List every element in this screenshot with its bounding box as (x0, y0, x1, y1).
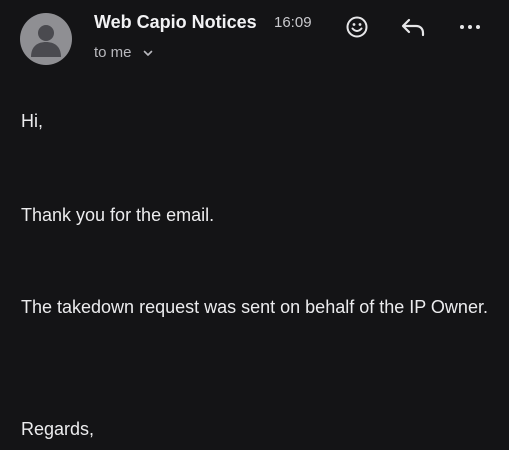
reply-arrow-icon (401, 18, 425, 37)
message-paragraph: Thank you for the email. (21, 205, 215, 225)
sender-avatar[interactable] (20, 13, 72, 65)
person-silhouette-icon (31, 25, 61, 57)
recipient-toggle[interactable]: to me (94, 44, 154, 61)
chevron-down-icon (143, 50, 152, 56)
more-options-button[interactable] (455, 12, 485, 42)
email-header: Web Capio Notices 16:09 to me (0, 0, 509, 80)
recipient-label: to me (94, 44, 132, 61)
greeting-text: Hi, (21, 111, 43, 131)
reply-button[interactable] (398, 12, 428, 42)
add-reaction-button[interactable] (342, 12, 372, 42)
message-time: 16:09 (274, 14, 312, 31)
sender-name: Web Capio Notices (94, 12, 257, 32)
message-paragraph: The takedown request was sent on behalf … (21, 297, 488, 317)
closing-text: Regards, (21, 419, 95, 439)
emoji-smile-icon (346, 16, 368, 38)
more-horizontal-icon (460, 25, 480, 29)
